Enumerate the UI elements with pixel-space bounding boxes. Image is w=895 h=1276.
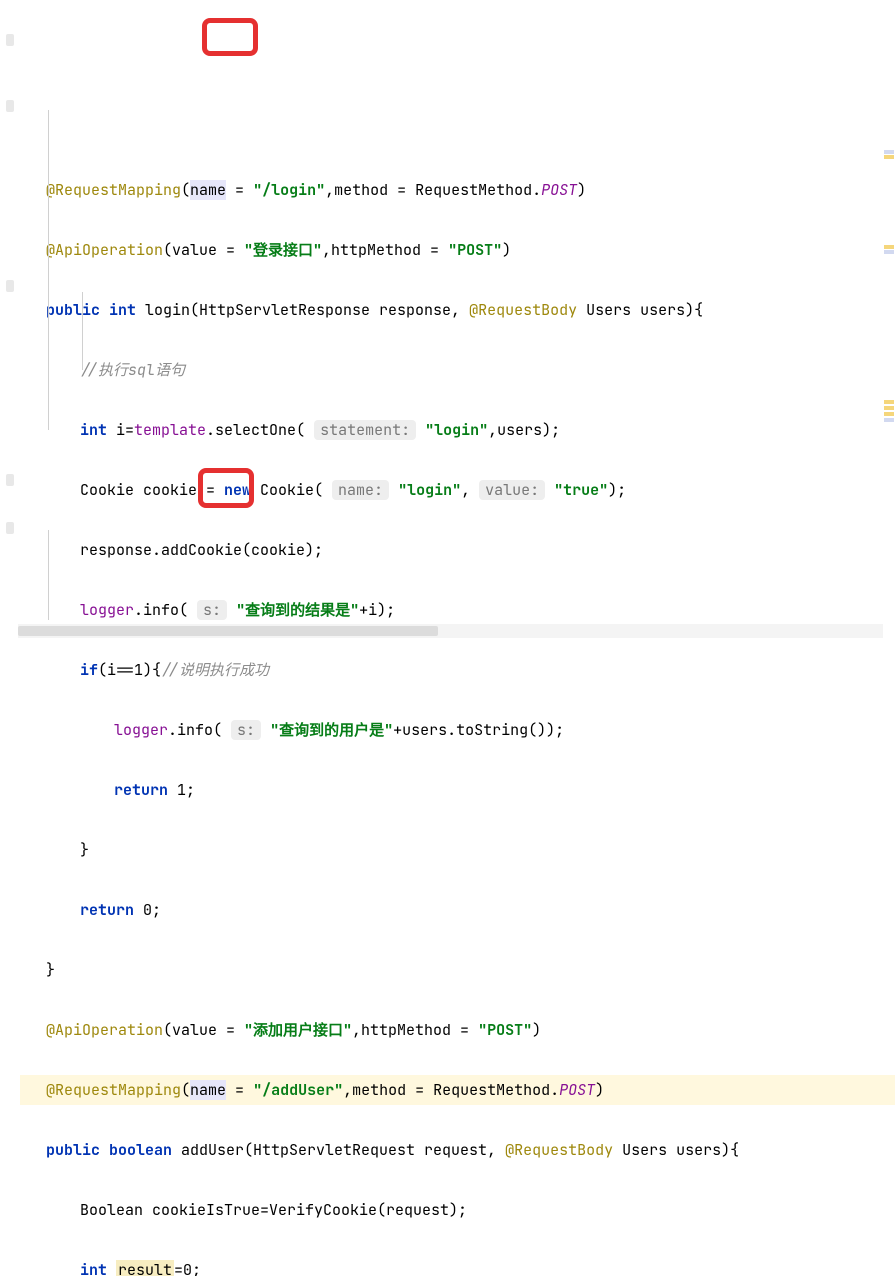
annotation: @RequestMapping — [46, 1080, 181, 1100]
code-line[interactable]: @RequestMapping(name = "/login",method =… — [20, 175, 895, 205]
annotation: @ApiOperation — [46, 1020, 163, 1040]
code-line[interactable]: //执行sql语句 — [20, 355, 895, 385]
code-line[interactable]: return 0; — [20, 895, 895, 925]
code-line-current[interactable]: @RequestMapping(name = "/addUser",method… — [20, 1075, 895, 1105]
keyword: boolean — [109, 1140, 172, 1160]
indent-guide — [82, 292, 83, 370]
param-hint: s: — [197, 600, 227, 620]
string-literal: "查询到的用户是" — [270, 720, 393, 740]
keyword: return — [80, 900, 134, 920]
string-literal: "login" — [425, 420, 488, 440]
scrollbar-thumb[interactable] — [18, 626, 438, 636]
static-ref: POST — [541, 180, 577, 200]
string-literal: "POST" — [448, 240, 502, 260]
horizontal-scrollbar[interactable] — [18, 624, 883, 638]
code-line[interactable]: return 1; — [20, 775, 895, 805]
annotation-highlight-box — [202, 18, 258, 56]
string-literal: "查询到的结果是" — [236, 600, 359, 620]
keyword: if — [80, 660, 98, 680]
code-line[interactable]: int result=0; — [20, 1255, 895, 1276]
keyword: int — [109, 300, 136, 320]
string-literal: "/addUser" — [253, 1080, 343, 1100]
indent-guide — [48, 530, 49, 620]
param-hint: name: — [332, 480, 389, 500]
code-line[interactable]: public boolean addUser(HttpServletReques… — [20, 1135, 895, 1165]
code-line[interactable]: } — [20, 835, 895, 865]
string-literal: "true" — [554, 480, 608, 500]
keyword: public — [46, 1140, 100, 1160]
keyword: int — [80, 1260, 107, 1276]
indent-guide — [48, 110, 49, 430]
code-line[interactable]: logger.info( s: "查询到的结果是"+i); — [20, 595, 895, 625]
annotation: @RequestBody — [469, 300, 577, 320]
code-line[interactable]: int i=template.selectOne( statement: "lo… — [20, 415, 895, 445]
code-line[interactable]: } — [20, 955, 895, 985]
comment: //执行sql语句 — [80, 360, 185, 380]
code-line[interactable]: response.addCookie(cookie); — [20, 535, 895, 565]
code-line[interactable]: @ApiOperation(value = "添加用户接口",httpMetho… — [20, 1015, 895, 1045]
keyword: int — [80, 420, 107, 440]
comment: //说明执行成功 — [161, 660, 269, 680]
code-line[interactable]: Boolean cookieIsTrue=VerifyCookie(reques… — [20, 1195, 895, 1225]
field-ref: logger — [114, 720, 168, 740]
code-editor[interactable]: @RequestMapping(name = "/login",method =… — [0, 0, 895, 1276]
field-ref: logger — [80, 600, 134, 620]
annotation: @RequestMapping — [46, 180, 181, 200]
param-hint: value: — [479, 480, 545, 500]
warn-underline: result — [116, 1260, 174, 1276]
string-literal: "/login" — [253, 180, 325, 200]
annotation: @ApiOperation — [46, 240, 163, 260]
param-hint: statement: — [314, 420, 416, 440]
string-literal: "POST" — [478, 1020, 532, 1040]
code-line[interactable]: public int login(HttpServletResponse res… — [20, 295, 895, 325]
code-line[interactable]: @ApiOperation(value = "登录接口",httpMethod … — [20, 235, 895, 265]
code-line[interactable]: if(i==1){//说明执行成功 — [20, 655, 895, 685]
annotation-highlight-box — [198, 468, 254, 508]
string-literal: "login" — [398, 480, 461, 500]
keyword: public — [46, 300, 100, 320]
string-literal: "登录接口" — [244, 240, 322, 260]
annotation: @RequestBody — [505, 1140, 613, 1160]
string-literal: "添加用户接口" — [244, 1020, 352, 1040]
highlighted-param-name: name — [190, 180, 226, 200]
static-ref: POST — [559, 1080, 595, 1100]
highlighted-param-name: name — [190, 1080, 226, 1100]
code-line[interactable]: logger.info( s: "查询到的用户是"+users.toString… — [20, 715, 895, 745]
keyword: return — [114, 780, 168, 800]
field-ref: template — [134, 420, 206, 440]
code-line[interactable]: Cookie cookie = new Cookie( name: "login… — [20, 475, 895, 505]
param-hint: s: — [231, 720, 261, 740]
